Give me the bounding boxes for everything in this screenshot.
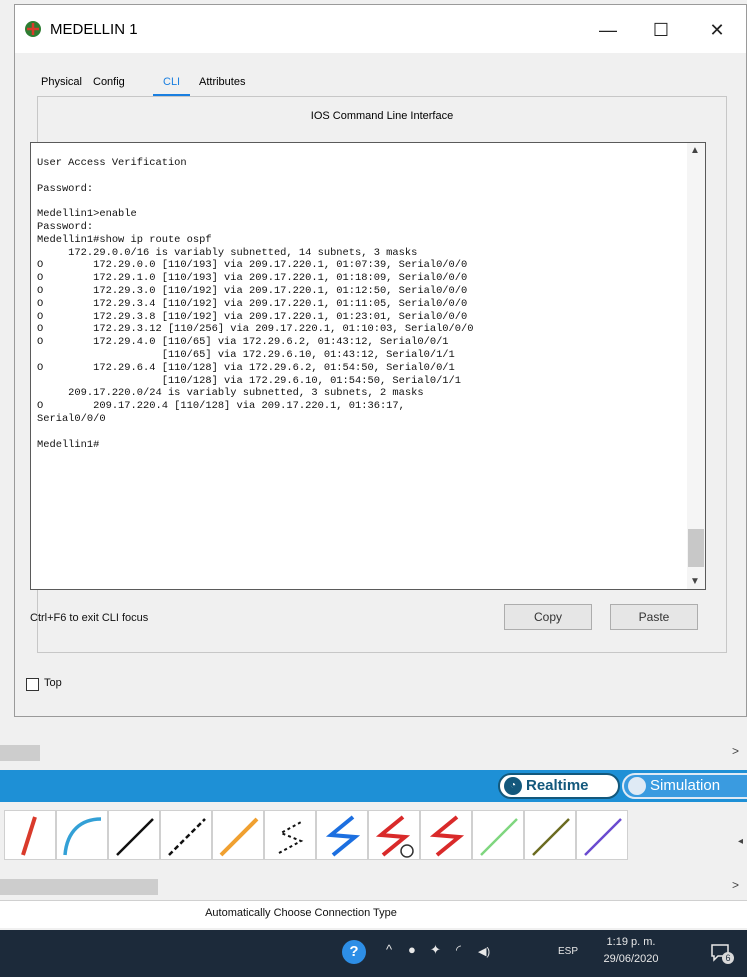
serial-dce-icon[interactable] [368, 810, 420, 860]
terminal-line: O 172.29.0.0 [110/193] via 209.17.220.1,… [37, 259, 468, 272]
console-cable-icon-glyph [63, 817, 102, 856]
terminal-line: Password: [37, 220, 94, 233]
console-cable-icon[interactable] [56, 810, 108, 860]
terminal-output: User Access Verification Password: Medelli… [37, 157, 687, 451]
dropbox-icon[interactable]: ✦ [430, 942, 441, 958]
terminal-scrollbar[interactable]: ▲ ▼ [687, 143, 705, 589]
iot-custom-cable-icon-glyph [532, 818, 570, 856]
status-bar: Automatically Choose Connection Type [0, 900, 747, 928]
notification-icon[interactable]: 6 [710, 942, 734, 964]
exit-cli-hint: Ctrl+F6 to exit CLI focus [30, 612, 149, 624]
connection-type-text: Automatically Choose Connection Type [205, 907, 397, 919]
terminal-line: O 172.29.3.12 [110/256] via 209.17.220.1… [37, 323, 474, 336]
terminal-line: Password: [37, 182, 94, 195]
language-indicator[interactable]: ESP [558, 946, 578, 957]
octal-cable-icon[interactable] [472, 810, 524, 860]
palette-scrollbar[interactable]: > [0, 876, 747, 898]
terminal-line: O 172.29.4.0 [110/65] via 172.29.6.2, 01… [37, 336, 449, 349]
copy-button[interactable]: Copy [504, 604, 592, 630]
terminal-line: Medellin1#show ip route ospf [37, 233, 212, 246]
copper-straight-through-icon-glyph [116, 818, 154, 856]
chevron-up-icon[interactable]: ^ [386, 942, 392, 957]
close-button[interactable]: ✕ [697, 15, 737, 45]
notification-badge: 6 [722, 952, 734, 964]
serial-dte-icon-glyph [429, 815, 465, 857]
tab-attributes[interactable]: Attributes [195, 67, 249, 97]
terminal-line: Serial0/0/0 [37, 412, 106, 425]
scroll-thumb[interactable] [688, 529, 704, 567]
connection-palette [0, 804, 747, 870]
tab-cli[interactable]: CLI [153, 67, 191, 97]
palette-scroll-thumb[interactable] [0, 879, 158, 895]
router-app-icon [25, 21, 41, 37]
top-checkbox[interactable] [26, 678, 39, 691]
clock-time[interactable]: 1:19 p. m. [606, 936, 656, 948]
clock-icon: ◔ [504, 777, 522, 795]
scroll-down-icon[interactable]: ▼ [690, 576, 700, 587]
terminal-line: Medellin1# [37, 438, 100, 451]
automatic-connection-icon[interactable] [4, 810, 56, 860]
clock-date[interactable]: 29/06/2020 [602, 953, 660, 965]
help-icon[interactable]: ? [342, 940, 366, 964]
minimize-button[interactable]: — [588, 15, 628, 45]
maximize-button[interactable]: ☐ [641, 15, 681, 45]
realtime-label: Realtime [526, 777, 589, 794]
scroll-right-icon[interactable]: > [732, 744, 739, 758]
octal-cable-icon-glyph [480, 818, 518, 856]
realtime-button[interactable]: ◔ Realtime [498, 773, 620, 799]
coaxial-cable-icon-glyph [325, 815, 361, 857]
wifi-icon[interactable]: ◜ [456, 942, 461, 958]
paste-button[interactable]: Paste [610, 604, 698, 630]
phone-cable-icon-glyph [278, 820, 304, 854]
copper-cross-over-icon-glyph [168, 818, 206, 856]
simulation-button[interactable]: Simulation [622, 773, 747, 799]
coaxial-cable-icon[interactable] [316, 810, 368, 860]
top-checkbox-label: Top [44, 677, 62, 689]
cli-header: IOS Command Line Interface [310, 110, 454, 122]
copper-straight-through-icon[interactable] [108, 810, 160, 860]
taskbar: ? ^ ● ✦ ◜ ◀) ESP 1:19 p. m. 29/06/2020 6 [0, 930, 747, 977]
usb-cable-icon[interactable] [576, 810, 628, 860]
serial-dte-icon[interactable] [420, 810, 472, 860]
phone-cable-icon[interactable] [264, 810, 316, 860]
terminal-line: User Access Verification [37, 157, 187, 169]
terminal-line: O 172.29.3.0 [110/192] via 209.17.220.1,… [37, 284, 468, 297]
terminal-line: O 172.29.3.4 [110/192] via 209.17.220.1,… [37, 297, 468, 310]
tab-physical[interactable]: Physical [37, 67, 86, 97]
serial-dce-icon-glyph [375, 815, 414, 858]
terminal-line: Medellin1>enable [37, 208, 137, 221]
usb-cable-icon-glyph [584, 818, 622, 856]
terminal-line: O 172.29.6.4 [110/128] via 172.29.6.2, 0… [37, 361, 455, 374]
automatic-connection-icon-glyph [21, 816, 37, 856]
terminal-line: 209.17.220.0/24 is variably subnetted, 3… [37, 387, 424, 400]
tab-config[interactable]: Config [89, 67, 129, 97]
antivirus-icon[interactable]: ● [408, 942, 416, 957]
terminal-line: [110/128] via 172.29.6.10, 01:54:50, Ser… [37, 374, 462, 387]
screen: MEDELLIN 1 — ☐ ✕ Physical Config CLI Att… [0, 0, 747, 977]
side-arrow-icon[interactable]: ◂ [738, 836, 743, 847]
palette-scroll-right-icon[interactable]: > [732, 878, 739, 892]
fiber-icon[interactable] [212, 810, 264, 860]
copper-cross-over-icon[interactable] [160, 810, 212, 860]
simulation-label: Simulation [650, 777, 721, 794]
terminal-line: O 172.29.3.8 [110/192] via 209.17.220.1,… [37, 310, 468, 323]
workspace-scroll-thumb[interactable] [0, 745, 40, 761]
cli-terminal[interactable]: User Access Verification Password: Medelli… [30, 142, 706, 590]
terminal-line: [110/65] via 172.29.6.10, 01:43:12, Seri… [37, 348, 455, 361]
iot-custom-cable-icon[interactable] [524, 810, 576, 860]
stopwatch-icon [628, 777, 646, 795]
fiber-icon-glyph [219, 817, 259, 857]
title-bar: MEDELLIN 1 — ☐ ✕ [15, 5, 746, 53]
volume-icon[interactable]: ◀) [478, 945, 490, 958]
window-title: MEDELLIN 1 [50, 21, 138, 38]
workspace-scrollbar[interactable]: > [0, 742, 747, 764]
terminal-line: O 209.17.220.4 [110/128] via 209.17.220.… [37, 400, 405, 413]
terminal-line: O 172.29.1.0 [110/193] via 209.17.220.1,… [37, 272, 468, 285]
scroll-up-icon[interactable]: ▲ [690, 145, 700, 156]
terminal-line: 172.29.0.0/16 is variably subnetted, 14 … [37, 246, 418, 259]
